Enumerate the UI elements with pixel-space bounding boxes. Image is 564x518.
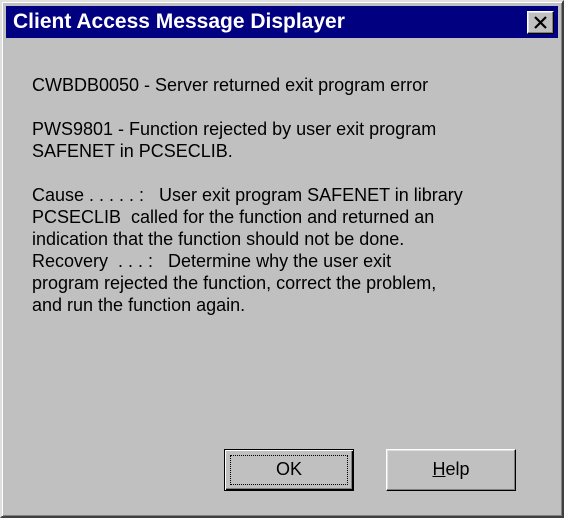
help-button-label: elp bbox=[445, 459, 470, 479]
window-title: Client Access Message Displayer bbox=[13, 10, 345, 33]
help-mnemonic: H bbox=[432, 459, 446, 479]
close-icon bbox=[534, 16, 547, 29]
message-body: CWBDB0050 - Server returned exit program… bbox=[32, 74, 542, 338]
error-message: CWBDB0050 - Server returned exit program… bbox=[32, 75, 429, 95]
close-button[interactable] bbox=[527, 11, 554, 34]
help-button[interactable]: Help bbox=[386, 449, 516, 491]
function-rejected-message: PWS9801 - Function rejected by user exit… bbox=[32, 119, 437, 161]
ok-button[interactable]: OK bbox=[224, 449, 354, 491]
cause-recovery-message: Cause . . . . . : User exit program SAFE… bbox=[32, 185, 463, 315]
ok-button-label: OK bbox=[275, 459, 302, 479]
message-dialog: Client Access Message Displayer CWBDB005… bbox=[0, 0, 564, 518]
title-bar[interactable]: Client Access Message Displayer bbox=[6, 6, 558, 38]
